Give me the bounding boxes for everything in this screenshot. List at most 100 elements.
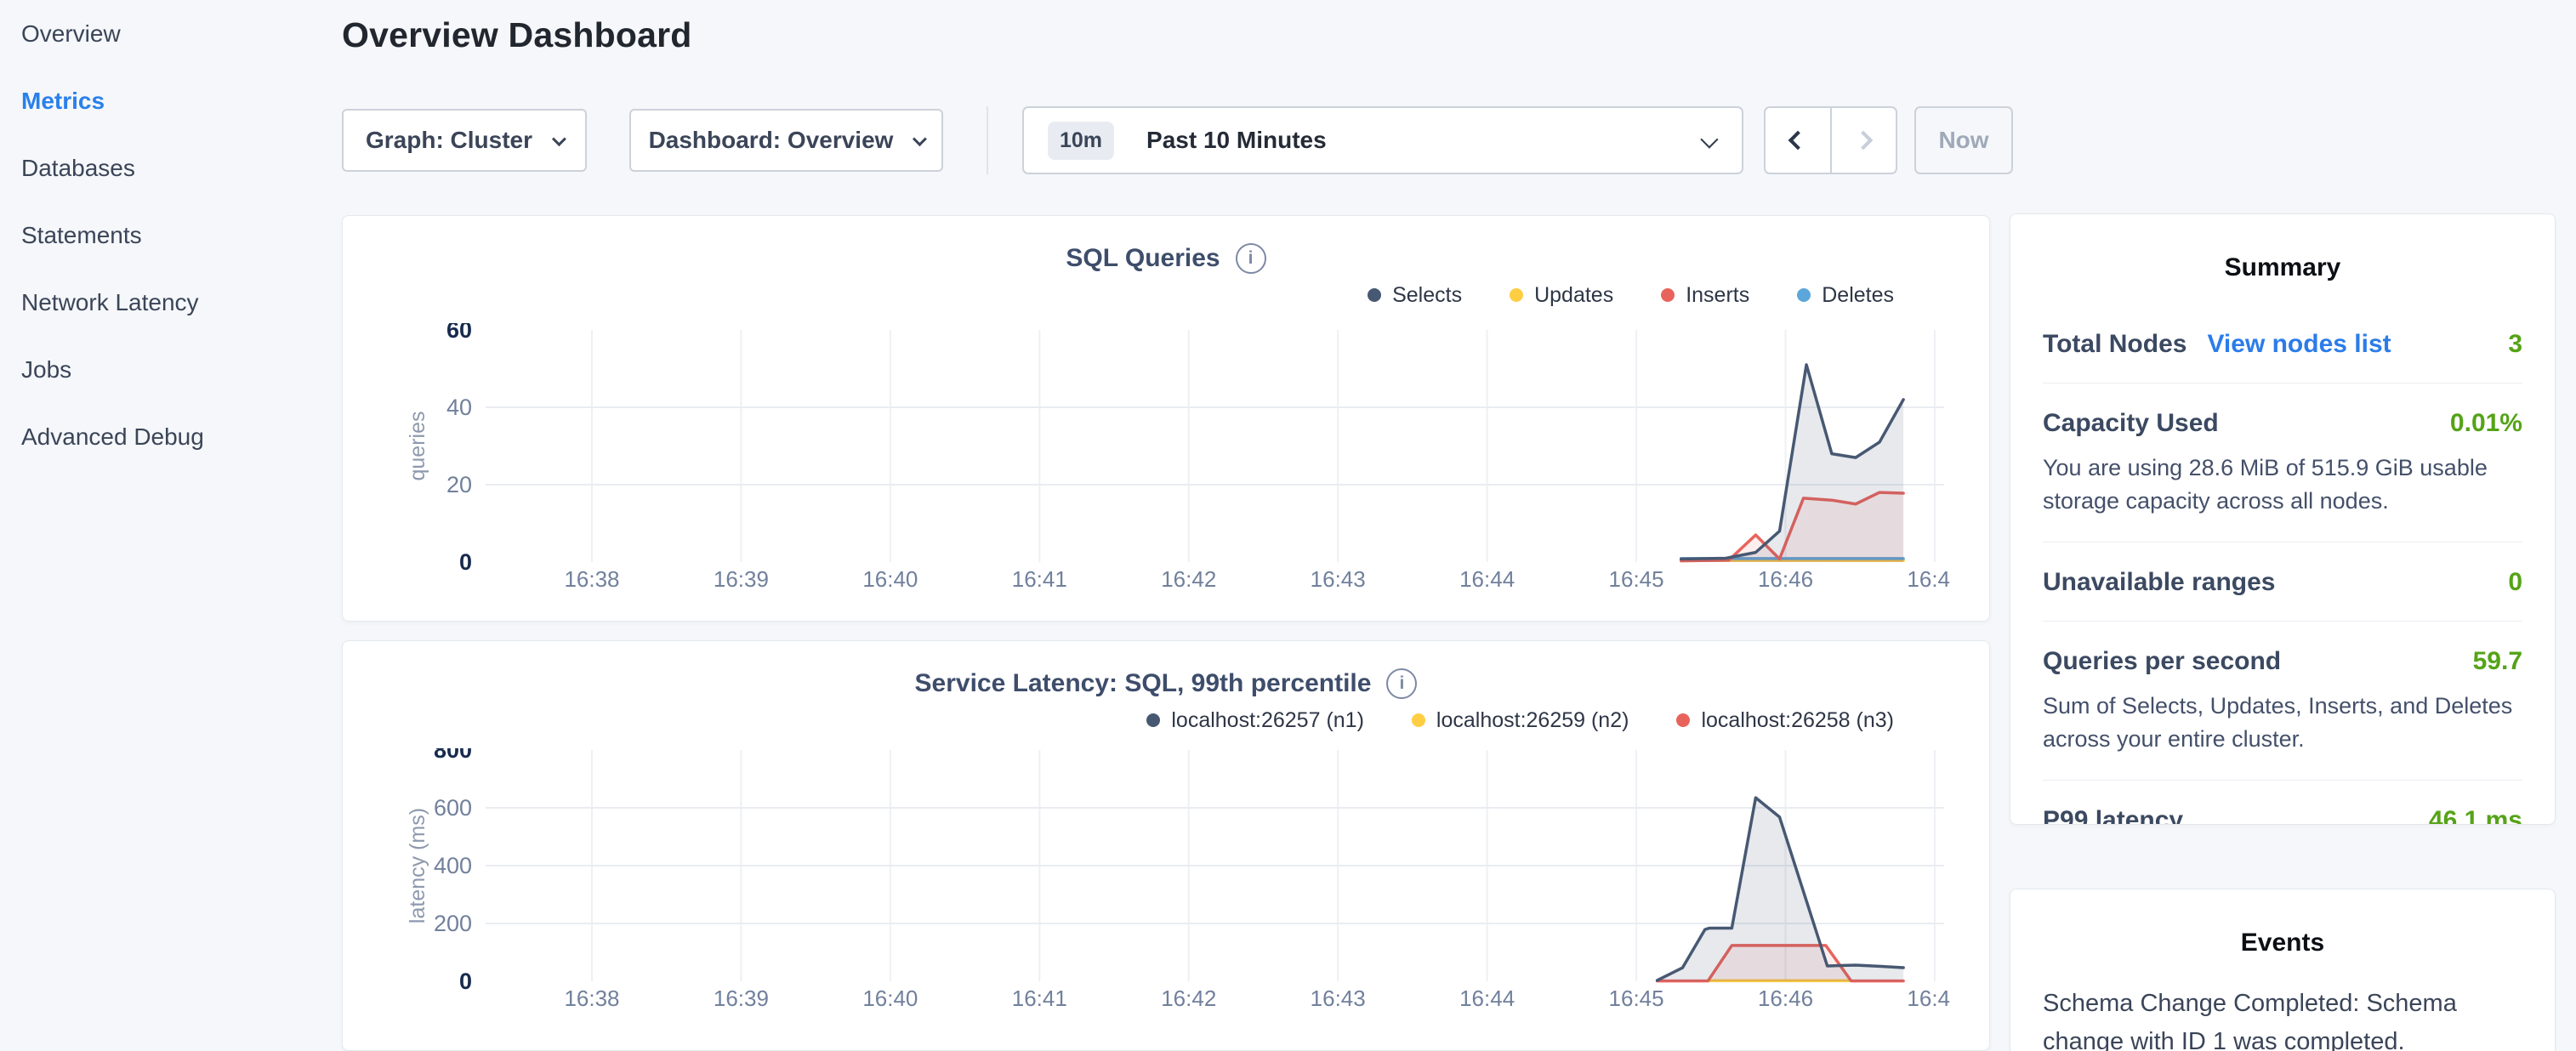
- service-latency-panel: Service Latency: SQL, 99th percentile i …: [342, 640, 1990, 1051]
- sql-queries-chart[interactable]: 16:38 16:39 16:40 16:41 16:42 16:43 16:44 16:45…: [343, 323, 1950, 604]
- svg-text:60: 60: [446, 323, 472, 343]
- sidebar-item-overview[interactable]: Overview: [0, 0, 323, 67]
- svg-text:0: 0: [459, 969, 472, 994]
- info-icon[interactable]: i: [1386, 668, 1417, 699]
- sidebar-item-statements[interactable]: Statements: [0, 202, 323, 269]
- svg-text:16:45: 16:45: [1609, 566, 1664, 592]
- summary-label: Unavailable ranges: [2043, 568, 2275, 597]
- chevron-down-icon: [552, 132, 566, 146]
- sidebar: Overview Metrics Databases Statements Ne…: [0, 0, 323, 470]
- legend-item-deletes[interactable]: Deletes: [1797, 283, 1894, 308]
- svg-text:16:39: 16:39: [714, 566, 769, 592]
- svg-text:16:44: 16:44: [1459, 566, 1515, 592]
- events-title: Events: [2043, 929, 2522, 957]
- time-range-select[interactable]: 10m Past 10 Minutes: [1022, 106, 1743, 174]
- summary-value: 0.01%: [2450, 409, 2522, 438]
- chart-legend: Selects Updates Inserts Deletes: [343, 284, 1894, 306]
- summary-label: Total Nodes: [2043, 330, 2186, 359]
- summary-row-p99-latency: P99 latency 46.1 ms: [2043, 781, 2522, 825]
- svg-text:16:43: 16:43: [1311, 566, 1366, 592]
- summary-description: Sum of Selects, Updates, Inserts, and De…: [2043, 690, 2522, 756]
- legend-item-n1[interactable]: localhost:26257 (n1): [1146, 708, 1364, 733]
- events-card: Events Schema Change Completed: Schema c…: [2010, 889, 2556, 1051]
- svg-text:200: 200: [434, 911, 472, 936]
- now-button[interactable]: Now: [1914, 106, 2013, 174]
- service-latency-chart[interactable]: 16:3816:3916:4016:4116:4216:4316:4416:45…: [343, 748, 1950, 1037]
- svg-text:20: 20: [446, 472, 472, 497]
- legend-item-inserts[interactable]: Inserts: [1661, 283, 1749, 308]
- legend-dot: [1797, 288, 1811, 302]
- summary-label: P99 latency: [2043, 806, 2183, 825]
- time-prev-button[interactable]: [1766, 108, 1832, 173]
- dashboard-dropdown-label: Dashboard: Overview: [649, 127, 894, 154]
- time-next-button[interactable]: [1832, 108, 1896, 173]
- legend-dot: [1661, 288, 1675, 302]
- svg-text:16:40: 16:40: [862, 986, 918, 1011]
- chevron-down-icon: [1700, 130, 1718, 148]
- legend-label: Selects: [1392, 283, 1462, 308]
- page-title: Overview Dashboard: [342, 15, 691, 55]
- legend-dot: [1146, 713, 1160, 727]
- svg-text:40: 40: [446, 395, 472, 420]
- svg-text:16:38: 16:38: [564, 566, 619, 592]
- legend-item-updates[interactable]: Updates: [1510, 283, 1613, 308]
- svg-text:800: 800: [434, 748, 472, 763]
- toolbar-divider: [987, 106, 988, 174]
- legend-dot: [1368, 288, 1381, 302]
- view-nodes-list-link[interactable]: View nodes list: [2207, 330, 2391, 359]
- svg-text:16:39: 16:39: [714, 986, 769, 1011]
- sidebar-item-jobs[interactable]: Jobs: [0, 336, 323, 403]
- chart-title: Service Latency: SQL, 99th percentile: [915, 669, 1372, 698]
- summary-row-qps: Queries per second 59.7 Sum of Selects, …: [2043, 622, 2522, 780]
- sql-queries-panel: SQL Queries i Selects Updates Inserts De…: [342, 215, 1990, 622]
- summary-card: Summary Total Nodes View nodes list 3 Ca…: [2010, 213, 2556, 825]
- chevron-left-icon: [1788, 131, 1807, 151]
- chevron-right-icon: [1854, 131, 1874, 151]
- event-message: Schema Change Completed: Schema change w…: [2043, 985, 2522, 1051]
- legend-label: localhost:26259 (n2): [1436, 708, 1629, 733]
- graph-dropdown[interactable]: Graph: Cluster: [342, 109, 587, 172]
- legend-label: Inserts: [1686, 283, 1749, 308]
- time-pager: [1764, 106, 1897, 174]
- graph-dropdown-label: Graph: Cluster: [366, 127, 532, 154]
- svg-text:16:42: 16:42: [1161, 566, 1216, 592]
- time-range-badge: 10m: [1048, 122, 1114, 160]
- legend-label: Deletes: [1822, 283, 1894, 308]
- summary-value: 3: [2508, 330, 2522, 359]
- svg-text:400: 400: [434, 853, 472, 878]
- svg-text:16:43: 16:43: [1311, 986, 1366, 1011]
- svg-text:16:47: 16:47: [1907, 986, 1950, 1011]
- summary-title: Summary: [2043, 253, 2522, 282]
- dashboard-dropdown[interactable]: Dashboard: Overview: [629, 109, 943, 172]
- svg-text:16:42: 16:42: [1161, 986, 1216, 1011]
- legend-label: localhost:26258 (n3): [1701, 708, 1894, 733]
- sidebar-item-advanced-debug[interactable]: Advanced Debug: [0, 403, 323, 470]
- legend-dot: [1676, 713, 1690, 727]
- legend-item-selects[interactable]: Selects: [1368, 283, 1462, 308]
- sidebar-item-databases[interactable]: Databases: [0, 134, 323, 202]
- summary-description: You are using 28.6 MiB of 515.9 GiB usab…: [2043, 452, 2522, 518]
- legend-label: Updates: [1534, 283, 1613, 308]
- legend-item-n3[interactable]: localhost:26258 (n3): [1676, 708, 1894, 733]
- summary-row-total-nodes: Total Nodes View nodes list 3: [2043, 304, 2522, 383]
- svg-text:latency (ms): latency (ms): [406, 808, 429, 923]
- svg-text:0: 0: [459, 549, 472, 575]
- legend-item-n2[interactable]: localhost:26259 (n2): [1412, 708, 1629, 733]
- toolbar: Graph: Cluster Dashboard: Overview 10m P…: [342, 106, 2013, 174]
- svg-text:16:40: 16:40: [862, 566, 918, 592]
- summary-row-capacity-used: Capacity Used 0.01% You are using 28.6 M…: [2043, 383, 2522, 542]
- sidebar-item-metrics[interactable]: Metrics: [0, 67, 323, 134]
- summary-value: 0: [2508, 568, 2522, 597]
- svg-text:600: 600: [434, 795, 472, 821]
- svg-text:16:38: 16:38: [564, 986, 619, 1011]
- svg-text:16:41: 16:41: [1012, 986, 1067, 1011]
- sidebar-item-network-latency[interactable]: Network Latency: [0, 269, 323, 336]
- chevron-down-icon: [913, 132, 927, 146]
- info-icon[interactable]: i: [1236, 243, 1266, 274]
- chart-legend: localhost:26257 (n1) localhost:26259 (n2…: [343, 709, 1894, 731]
- svg-text:16:41: 16:41: [1012, 566, 1067, 592]
- legend-dot: [1412, 713, 1425, 727]
- summary-label: Queries per second: [2043, 647, 2281, 676]
- time-range-label: Past 10 Minutes: [1146, 127, 1327, 154]
- svg-text:16:46: 16:46: [1758, 566, 1813, 592]
